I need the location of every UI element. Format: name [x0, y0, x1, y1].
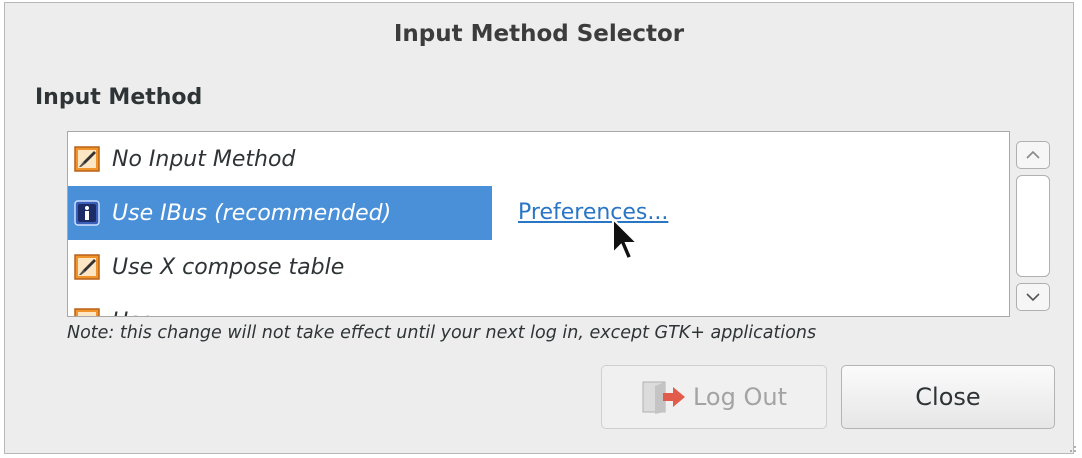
list-item-label: Use ...	[112, 309, 181, 317]
brush-icon	[74, 254, 100, 280]
log-out-button[interactable]: Log Out	[601, 365, 827, 429]
scroll-down-button[interactable]	[1016, 283, 1050, 311]
chevron-down-icon	[1026, 293, 1040, 302]
note-text: Note: this change will not take effect u…	[67, 323, 817, 343]
close-label: Close	[915, 383, 981, 411]
resize-grip-icon[interactable]	[1065, 441, 1077, 453]
scroll-up-button[interactable]	[1016, 141, 1050, 169]
input-method-list: No Input Method Use IBus (recommended) P…	[67, 131, 1010, 317]
input-method-selector-window: Input Method Selector Input Method No In…	[4, 2, 1077, 454]
scroll-thumb[interactable]	[1016, 175, 1050, 277]
list-item-label: Use X compose table	[112, 254, 345, 280]
preferences-link[interactable]: Preferences...	[518, 186, 668, 240]
section-label: Input Method	[35, 85, 203, 110]
chevron-up-icon	[1026, 150, 1040, 159]
logout-icon	[642, 381, 685, 414]
list-item-no-input-method[interactable]: No Input Method	[68, 132, 295, 186]
list-item-use-ibus[interactable]: Use IBus (recommended)	[68, 186, 492, 240]
window-title: Input Method Selector	[393, 21, 685, 47]
list-item-label: No Input Method	[112, 146, 296, 172]
brush-icon	[74, 308, 100, 316]
list-item-use-x-compose[interactable]: Use X compose table	[68, 240, 344, 294]
list-item-partial[interactable]: Use ...	[68, 294, 181, 317]
list-scrollbar[interactable]	[1014, 137, 1054, 315]
mouse-pointer-icon	[612, 217, 639, 261]
brush-icon	[74, 146, 100, 172]
close-button[interactable]: Close	[841, 365, 1055, 429]
info-icon	[74, 200, 100, 226]
list-item-label: Use IBus (recommended)	[112, 200, 392, 226]
log-out-label: Log Out	[692, 383, 787, 411]
